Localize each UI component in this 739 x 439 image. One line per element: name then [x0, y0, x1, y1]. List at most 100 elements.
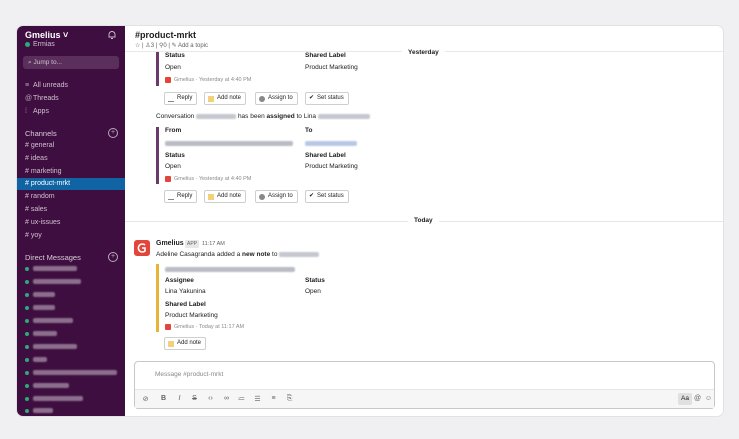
redacted-subject [196, 113, 237, 119]
channel-general[interactable]: # general [17, 140, 125, 152]
day-label-today: Today [408, 217, 439, 224]
assign-to-button[interactable]: Assign to [255, 190, 298, 203]
gmelius-logo-icon [165, 176, 171, 182]
reply-icon [168, 95, 174, 102]
message-input[interactable]: Message #product-mrkt [155, 371, 223, 378]
dm-item[interactable] [25, 406, 53, 415]
attach-icon[interactable]: ⊘ [141, 395, 150, 403]
channel-marketing[interactable]: # marketing [17, 166, 125, 178]
check-icon: ✔ [309, 95, 315, 101]
reply-icon [168, 193, 174, 200]
from-label: From [165, 127, 182, 134]
sender-name[interactable]: Gmelius [156, 240, 184, 247]
add-note-button[interactable]: Add note [204, 92, 247, 105]
message-time[interactable]: 11:17 AM [202, 241, 225, 247]
sidebar: Gmelius ˅ Ermias ⌕ Jump to... ≡ All unrea… [17, 26, 125, 416]
gmelius-card: Status Open Shared Label Product Marketi… [156, 52, 465, 86]
italic-icon[interactable]: I [175, 395, 184, 402]
jump-to-search[interactable]: ⌕ Jump to... [23, 56, 119, 69]
status-label: Status [165, 52, 185, 59]
app-badge: APP [185, 240, 200, 248]
sidebar-item-threads[interactable]: @Threads [25, 95, 59, 102]
emoji-icon[interactable]: ☺ [704, 395, 713, 402]
shared-label-label: Shared Label [305, 152, 346, 159]
set-status-button[interactable]: ✔ Set status [305, 190, 349, 203]
strikethrough-icon[interactable]: S [190, 395, 199, 402]
dm-item[interactable] [25, 316, 73, 325]
dm-item[interactable] [25, 368, 117, 377]
link-icon[interactable]: ∞ [222, 395, 231, 402]
add-dm-icon[interactable]: + [108, 252, 118, 262]
gmelius-avatar[interactable] [134, 240, 150, 256]
redacted-subject [279, 251, 320, 257]
mention-icon[interactable]: @ [693, 395, 702, 402]
code-block-icon[interactable]: ⎘ [285, 395, 294, 403]
direct-messages-heading[interactable]: Direct Messages [25, 253, 81, 262]
shared-label-value: Product Marketing [305, 64, 358, 71]
formatting-toggle-button[interactable]: Aa [678, 393, 692, 405]
assignee-label: Assignee [165, 277, 194, 284]
channel-ideas[interactable]: # ideas [17, 153, 125, 165]
user-icon [259, 193, 265, 200]
gmelius-card: From To Status Open Shared Label Product… [156, 127, 465, 184]
channel-title[interactable]: #product-mrkt [135, 30, 196, 40]
presence-dot [25, 41, 30, 47]
card-footer: Gmelius · Today at 11:17 AM [165, 324, 244, 330]
dm-item[interactable] [25, 329, 57, 338]
reply-button[interactable]: Reply [164, 190, 198, 203]
bold-icon[interactable]: B [159, 395, 168, 402]
channel-view: #product-mrkt ☆ | ♙3 | ⚲0 | ✎ Add a topi… [125, 26, 723, 416]
shared-label-label: Shared Label [305, 52, 346, 59]
shared-label-label: Shared Label [165, 301, 206, 308]
redacted-to [305, 141, 357, 146]
dm-item[interactable] [25, 290, 55, 299]
add-topic-link[interactable]: Add a topic [178, 43, 208, 49]
slack-window: Gmelius ˅ Ermias ⌕ Jump to... ≡ All unrea… [17, 26, 723, 416]
code-icon[interactable]: ‹› [206, 395, 215, 402]
assign-to-button[interactable]: Assign to [255, 92, 298, 105]
channel-product-mrkt[interactable]: # product-mrkt [17, 178, 125, 190]
sidebar-item-all-unreads[interactable]: ≡ All unreads [25, 82, 68, 89]
bullet-list-icon[interactable]: ☰ [253, 395, 262, 403]
dm-item[interactable] [25, 381, 69, 390]
gmelius-logo-icon [137, 243, 146, 253]
add-channel-icon[interactable]: + [108, 128, 118, 138]
add-note-button[interactable]: Add note [204, 190, 247, 203]
dm-item[interactable] [25, 355, 47, 364]
assignment-message: Conversation has been assigned to Lina [156, 113, 370, 120]
status-value: Open [165, 163, 181, 170]
dm-item[interactable] [25, 264, 77, 273]
message-composer[interactable]: Message #product-mrkt ⊘ B I S ‹› ∞ ≔ ☰ ≡… [134, 361, 715, 409]
channel-yoy[interactable]: # yoy [17, 230, 125, 242]
add-note-button[interactable]: Add note [164, 337, 207, 350]
threads-icon: @ [25, 95, 33, 102]
status-value: Open [165, 64, 181, 71]
dm-item[interactable] [25, 303, 55, 312]
gmelius-note-card: Assignee Lina Yakunina Status Open Share… [156, 264, 465, 332]
channel-meta: ☆ | ♙3 | ⚲0 | ✎ Add a topic [135, 43, 208, 49]
apps-icon: ⁞ [25, 108, 27, 115]
reply-button[interactable]: Reply [164, 92, 198, 105]
status-value: Open [305, 288, 321, 295]
channel-sales[interactable]: # sales [17, 204, 125, 216]
assignee-value: Lina Yakunina [165, 288, 206, 295]
blockquote-icon[interactable]: ≡ [269, 395, 278, 402]
star-icon[interactable]: ☆ [135, 43, 140, 49]
sidebar-item-apps[interactable]: ⁞ Apps [25, 108, 49, 115]
dm-item[interactable] [25, 342, 77, 351]
bell-icon[interactable] [107, 30, 117, 40]
gmelius-logo-icon [165, 324, 171, 330]
workspace-name[interactable]: Gmelius ˅ [25, 30, 68, 40]
redacted-name [317, 113, 370, 119]
channel-random[interactable]: # random [17, 191, 125, 203]
channels-heading[interactable]: Channels [25, 129, 57, 138]
search-icon: ⌕ [28, 59, 32, 66]
shared-label-value: Product Marketing [305, 163, 358, 170]
dm-item[interactable] [25, 277, 81, 286]
dm-item[interactable] [25, 394, 83, 403]
card-footer: Gmelius · Yesterday at 4:40 PM [165, 176, 251, 182]
note-icon [208, 193, 214, 200]
channel-ux-issues[interactable]: # ux-issues [17, 217, 125, 229]
set-status-button[interactable]: ✔ Set status [305, 92, 349, 105]
numbered-list-icon[interactable]: ≔ [237, 395, 246, 403]
